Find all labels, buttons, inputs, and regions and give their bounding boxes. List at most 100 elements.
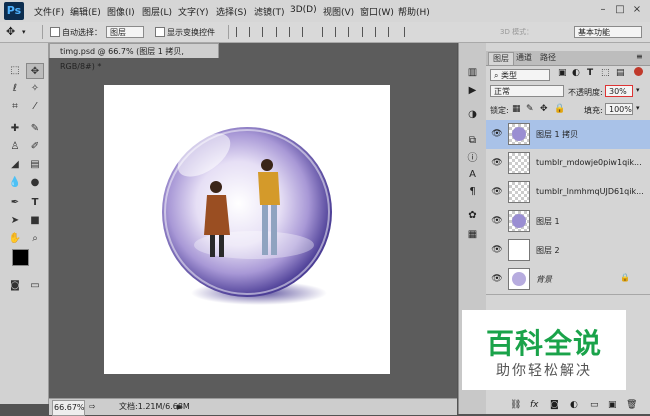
adjustment-layer-icon[interactable]: ◐ xyxy=(570,400,578,410)
lasso-tool-icon[interactable]: ℓ xyxy=(6,81,24,97)
hand-tool-icon[interactable]: ✋ xyxy=(6,231,24,247)
move-tool-icon[interactable]: ✥ xyxy=(6,25,15,38)
panel-menu-icon[interactable]: ≡ xyxy=(636,52,643,61)
filter-smart-object-icon[interactable]: ▤ xyxy=(616,68,625,78)
blend-mode-dropdown[interactable]: 正常 xyxy=(490,85,564,97)
filter-pixel-icon[interactable]: ▣ xyxy=(558,68,567,78)
filter-toggle-icon[interactable] xyxy=(634,67,643,76)
distribute-left-icon[interactable] xyxy=(362,27,371,37)
layer-row[interactable]: 👁 背景 🔒 xyxy=(486,265,650,295)
layer-name[interactable]: 图层 2 xyxy=(536,245,560,256)
brush-tool-icon[interactable]: ✎ xyxy=(26,121,44,137)
rectangle-tool-icon[interactable]: ■ xyxy=(26,213,44,229)
paragraph-panel-icon[interactable]: ¶ xyxy=(465,184,480,199)
document-tab[interactable]: timg.psd @ 66.7% (图层 1 拷贝, RGB/8#) * xyxy=(49,43,219,71)
opacity-field[interactable]: 30% xyxy=(605,85,633,97)
tab-layers[interactable]: 图层 xyxy=(488,52,514,65)
zoom-tool-icon[interactable]: ⌕ xyxy=(26,231,44,247)
layer-row[interactable]: 👁 图层 1 xyxy=(486,207,650,237)
distribute-hcenter-icon[interactable] xyxy=(375,27,384,37)
menu-view[interactable]: 视图(V) xyxy=(323,5,354,18)
eyedropper-tool-icon[interactable]: ⁄ xyxy=(26,99,44,115)
lock-transparency-icon[interactable]: ▦ xyxy=(512,104,521,114)
link-layers-icon[interactable]: ⛓ xyxy=(510,400,521,410)
menu-type[interactable]: 文字(Y) xyxy=(178,5,209,18)
visibility-eye-icon[interactable]: 👁 xyxy=(491,245,503,255)
trash-icon[interactable]: 🗑 xyxy=(626,400,637,410)
distribute-top-icon[interactable] xyxy=(322,27,331,37)
auto-select-checkbox[interactable] xyxy=(50,27,60,37)
tab-channels[interactable]: 通道 xyxy=(512,52,536,64)
show-transform-checkbox[interactable] xyxy=(155,27,165,37)
menu-layer[interactable]: 图层(L) xyxy=(142,5,172,18)
clone-stamp-tool-icon[interactable]: ♙ xyxy=(6,139,24,155)
align-left-icon[interactable] xyxy=(276,27,285,37)
chevron-down-icon[interactable]: ▾ xyxy=(636,104,640,112)
status-menu-arrow-icon[interactable]: ▶ xyxy=(177,400,182,414)
history-panel-icon[interactable]: ▥ xyxy=(465,65,480,80)
healing-brush-tool-icon[interactable]: ✚ xyxy=(6,121,24,137)
blur-tool-icon[interactable]: 💧 xyxy=(6,175,24,191)
type-tool-icon[interactable]: T xyxy=(26,195,44,211)
foreground-color-swatch[interactable] xyxy=(12,249,29,266)
info-panel-icon[interactable]: ⓘ xyxy=(465,151,480,166)
layer-name[interactable]: 图层 1 xyxy=(536,216,560,227)
minimize-button[interactable]: – xyxy=(596,3,610,17)
adjustments-panel-icon[interactable]: ◑ xyxy=(465,107,480,122)
workspace-dropdown[interactable]: 基本功能 xyxy=(574,26,642,38)
marquee-tool-icon[interactable]: ⬚ xyxy=(6,63,24,79)
auto-select-dropdown[interactable]: 图层 xyxy=(106,26,144,38)
layer-name[interactable]: 背景 xyxy=(536,274,552,285)
screen-mode-icon[interactable]: ▭ xyxy=(26,278,44,294)
layer-style-icon[interactable]: fx xyxy=(530,400,539,410)
visibility-eye-icon[interactable]: 👁 xyxy=(491,158,503,168)
dodge-tool-icon[interactable]: ● xyxy=(26,175,44,191)
menu-edit[interactable]: 编辑(E) xyxy=(70,5,101,18)
pen-tool-icon[interactable]: ✒ xyxy=(6,195,24,211)
auto-align-icon[interactable] xyxy=(404,27,413,37)
move-tool-icon[interactable]: ✥ xyxy=(26,63,44,79)
distribute-bottom-icon[interactable] xyxy=(348,27,357,37)
menu-help[interactable]: 帮助(H) xyxy=(398,5,430,18)
filter-shape-icon[interactable]: ⬚ xyxy=(601,68,610,78)
swatches-panel-icon[interactable]: ▦ xyxy=(465,227,480,242)
filter-type-icon[interactable]: T xyxy=(587,68,593,78)
lock-position-icon[interactable]: ✥ xyxy=(540,104,548,114)
menu-file[interactable]: 文件(F) xyxy=(34,5,64,18)
chevron-down-icon[interactable]: ▾ xyxy=(636,86,640,94)
path-selection-tool-icon[interactable]: ➤ xyxy=(6,213,24,229)
lock-pixels-icon[interactable]: ✎ xyxy=(526,104,534,114)
layer-row[interactable]: 👁 tumblr_mdowje0piw1qik... xyxy=(486,149,650,179)
history-brush-tool-icon[interactable]: ✐ xyxy=(26,139,44,155)
visibility-eye-icon[interactable]: 👁 xyxy=(491,216,503,226)
menu-filter[interactable]: 滤镜(T) xyxy=(254,5,285,18)
eraser-tool-icon[interactable]: ◢ xyxy=(6,157,24,173)
image-canvas[interactable] xyxy=(104,85,390,374)
layer-row[interactable]: 👁 图层 2 xyxy=(486,236,650,266)
filter-adjustment-icon[interactable]: ◐ xyxy=(572,68,580,78)
layer-name[interactable]: tumblr_lnmhmqUJD61qik... xyxy=(536,187,644,196)
chevron-down-icon[interactable]: ▾ xyxy=(22,28,26,36)
menu-3d[interactable]: 3D(D) xyxy=(290,5,317,15)
visibility-eye-icon[interactable]: 👁 xyxy=(491,274,503,284)
gradient-tool-icon[interactable]: ▤ xyxy=(26,157,44,173)
clone-source-panel-icon[interactable]: ⧉ xyxy=(465,133,480,148)
character-panel-icon[interactable]: A xyxy=(465,167,480,182)
layer-row[interactable]: 👁 tumblr_lnmhmqUJD61qik... xyxy=(486,178,650,208)
layer-row[interactable]: 👁 图层 1 拷贝 xyxy=(486,120,650,150)
new-group-icon[interactable]: ▭ xyxy=(590,400,599,410)
align-bottom-icon[interactable] xyxy=(262,27,271,37)
distribute-vcenter-icon[interactable] xyxy=(335,27,344,37)
visibility-eye-icon[interactable]: 👁 xyxy=(491,187,503,197)
maximize-button[interactable]: □ xyxy=(613,3,627,17)
layer-mask-icon[interactable]: ◙ xyxy=(550,400,559,410)
align-right-icon[interactable] xyxy=(302,27,311,37)
menu-image[interactable]: 图像(I) xyxy=(107,5,135,18)
magic-wand-tool-icon[interactable]: ✧ xyxy=(26,81,44,97)
new-layer-icon[interactable]: ▣ xyxy=(608,400,617,410)
menu-select[interactable]: 选择(S) xyxy=(216,5,247,18)
visibility-eye-icon[interactable]: 👁 xyxy=(491,129,503,139)
lock-all-icon[interactable]: 🔒 xyxy=(554,104,565,114)
align-vcenter-icon[interactable] xyxy=(249,27,258,37)
crop-tool-icon[interactable]: ⌗ xyxy=(6,99,24,115)
